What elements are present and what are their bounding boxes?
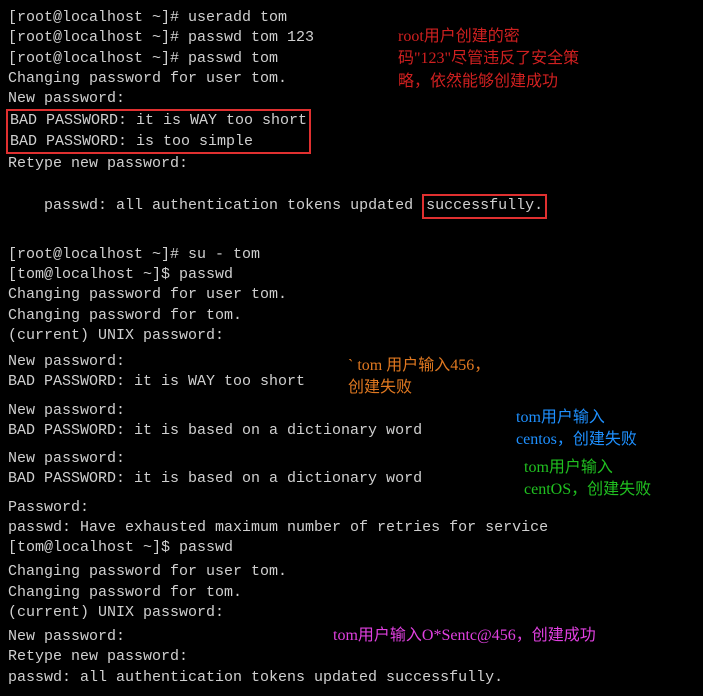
bad-password-box: BAD PASSWORD: it is WAY too short BAD PA… xyxy=(6,109,311,154)
term-text: successfully. xyxy=(426,197,543,214)
annotation-tom-centos: tom用户输入 centos，创建失败 xyxy=(516,407,637,452)
term-line: [tom@localhost ~]$ passwd xyxy=(8,265,695,285)
term-line: Retype new password: xyxy=(8,154,695,174)
term-line: [root@localhost ~]# su - tom xyxy=(8,245,695,265)
term-line: BAD PASSWORD: is too simple xyxy=(10,132,307,152)
annot-text: tom用户输入 xyxy=(524,459,613,476)
annot-text: tom 用户输入456， xyxy=(357,357,490,374)
success-box: successfully. xyxy=(422,194,547,218)
term-line: [tom@localhost ~]$ passwd xyxy=(8,538,695,558)
term-line: (current) UNIX password: xyxy=(8,603,695,623)
term-line: New password: xyxy=(8,89,695,109)
term-line: [root@localhost ~]# passwd tom xyxy=(8,49,695,69)
term-line: BAD PASSWORD: it is WAY too short xyxy=(10,111,307,131)
term-line: Retype new password: xyxy=(8,647,695,667)
term-line: Changing password for user tom. xyxy=(8,69,695,89)
term-text: passwd: all authentication tokens update… xyxy=(44,197,422,214)
annot-text: 创建失败 xyxy=(348,379,412,396)
term-line: passwd: all authentication tokens update… xyxy=(8,668,695,688)
term-line: Changing password for user tom. xyxy=(8,285,695,305)
annotation-tom-456: ` tom 用户输入456， 创建失败 xyxy=(348,355,490,400)
term-line: Changing password for tom. xyxy=(8,306,695,326)
annot-text: centOS，创建失败 xyxy=(524,481,651,498)
term-line: passwd: Have exhausted maximum number of… xyxy=(8,518,695,538)
term-line: [root@localhost ~]# passwd tom 123 xyxy=(8,28,695,48)
annotation-tom-centOS: tom用户输入 centOS，创建失败 xyxy=(524,457,651,502)
term-line: Changing password for tom. xyxy=(8,583,695,603)
term-line: passwd: all authentication tokens update… xyxy=(8,174,695,239)
term-line: [root@localhost ~]# useradd tom xyxy=(8,8,695,28)
annotation-root-pw: root用户创建的密码"123"尽管违反了安全策略，依然能够创建成功 xyxy=(398,26,588,93)
annotation-tom-success: tom用户输入O*Sentc@456，创建成功 xyxy=(333,625,596,647)
term-line: Changing password for user tom. xyxy=(8,562,695,582)
term-line: (current) UNIX password: xyxy=(8,326,695,346)
annot-text: tom用户输入 xyxy=(516,409,605,426)
annot-text: centos，创建失败 xyxy=(516,431,637,448)
